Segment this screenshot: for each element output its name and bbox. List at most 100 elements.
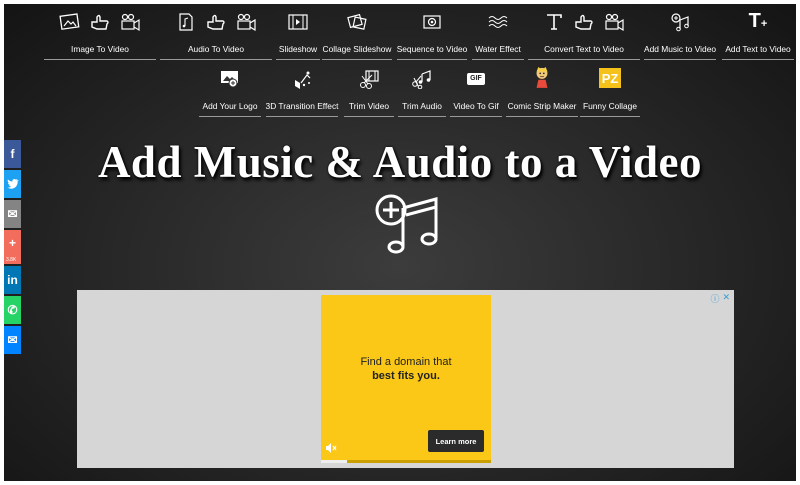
divider xyxy=(199,116,261,117)
audio-file-icon xyxy=(179,13,193,31)
nav-label: Comic Strip Maker xyxy=(507,101,577,111)
divider xyxy=(398,116,446,117)
nav-audio-to-video[interactable]: Audio To Video xyxy=(160,10,272,60)
water-waves-icon xyxy=(488,16,508,28)
divider xyxy=(450,116,502,117)
nav-add-your-logo[interactable]: Add Your Logo xyxy=(199,67,261,117)
collage-icon xyxy=(347,13,367,30)
trim-video-icon xyxy=(360,70,379,89)
nav-trim-video[interactable]: Trim Video xyxy=(344,67,394,117)
whatsapp-share-button[interactable]: ✆ xyxy=(4,296,21,324)
3d-transition-icon xyxy=(295,71,311,89)
plus-icon: + xyxy=(8,236,16,250)
divider xyxy=(44,59,156,60)
pz-icon-text: PZ xyxy=(601,70,619,86)
facebook-icon: f xyxy=(10,147,15,161)
nav-label: Audio To Video xyxy=(187,44,245,54)
nav-label: Water Effect xyxy=(475,44,521,54)
nav-video-to-gif[interactable]: GIF Video To Gif xyxy=(450,67,502,117)
music-add-icon xyxy=(375,194,438,254)
divider xyxy=(160,59,272,60)
music-note-add-icon xyxy=(671,13,689,32)
image-icon xyxy=(59,13,80,30)
divider xyxy=(397,59,467,60)
divider xyxy=(472,59,524,60)
nav-label: Image To Video xyxy=(71,44,129,54)
messenger-share-button[interactable]: ✉ xyxy=(4,326,21,354)
learn-more-button[interactable]: Learn more xyxy=(428,430,484,452)
share-count: 3.8K xyxy=(6,257,17,263)
linkedin-share-button[interactable]: in xyxy=(4,266,21,294)
nav-label: Trim Audio xyxy=(402,101,442,111)
linkedin-icon: in xyxy=(7,273,18,287)
nav-sequence-to-video[interactable]: Sequence to Video xyxy=(397,10,467,60)
divider xyxy=(722,59,794,60)
page-title: Add Music & Audio to a Video xyxy=(97,137,703,187)
social-share-bar: f ✉ + 3.8K in ✆ ✉ xyxy=(4,140,21,356)
pz-icon: PZ xyxy=(599,68,621,88)
email-icon: ✉ xyxy=(7,207,18,221)
trim-audio-icon xyxy=(412,70,431,89)
nav-add-text-to-video[interactable]: T+ Add Text to Video xyxy=(722,10,794,60)
divider xyxy=(506,116,578,117)
nav-label: Add Your Logo xyxy=(202,101,258,111)
divider xyxy=(344,116,394,117)
nav-label: Add Music to Video xyxy=(644,44,717,54)
ad-subheadline: best fits you. xyxy=(372,370,440,382)
logo-image-icon xyxy=(221,71,238,88)
mute-icon[interactable] xyxy=(325,443,337,453)
nav-label: Convert Text to Video xyxy=(544,44,624,54)
email-share-button[interactable]: ✉ xyxy=(4,200,21,228)
thumb-pointer-icon xyxy=(91,14,109,30)
nav-label: 3D Transition Effect xyxy=(265,101,339,111)
nav-label: Video To Gif xyxy=(453,101,499,111)
nav-label: Trim Video xyxy=(348,101,390,111)
nav-label: Slideshow xyxy=(278,44,318,54)
film-strip-icon xyxy=(288,14,308,30)
nav-label: Collage Slideshow xyxy=(322,44,392,54)
nav-3d-transition-effect[interactable]: 3D Transition Effect xyxy=(266,67,338,117)
gif-icon-text: GIF xyxy=(470,75,482,82)
ad-container: ⓘ ✕ Find a domain that best fits you. Le… xyxy=(77,290,734,468)
gif-icon: GIF xyxy=(467,73,485,85)
divider xyxy=(322,59,392,60)
page: Image To Video Audio To Video Slideshow … xyxy=(4,4,796,481)
nav-slideshow[interactable]: Slideshow xyxy=(276,10,320,60)
twitter-icon xyxy=(6,179,18,189)
messenger-icon: ✉ xyxy=(7,333,18,347)
divider xyxy=(644,59,716,60)
ad-info-icon[interactable]: ⓘ xyxy=(710,292,719,305)
video-camera-icon xyxy=(237,13,256,32)
ad-close-icon[interactable]: ✕ xyxy=(722,292,730,305)
facebook-share-button[interactable]: f xyxy=(4,140,21,168)
nav-funny-collage[interactable]: PZ Funny Collage xyxy=(580,65,640,117)
ad-progress-fill xyxy=(321,460,347,463)
nav-image-to-video[interactable]: Image To Video xyxy=(44,10,156,60)
divider xyxy=(266,116,338,117)
nav-water-effect[interactable]: Water Effect xyxy=(472,10,524,60)
video-camera-icon xyxy=(605,13,624,32)
comic-character-icon xyxy=(536,66,548,88)
nav-convert-text-to-video[interactable]: Convert Text to Video xyxy=(528,10,640,60)
nav-trim-audio[interactable]: Trim Audio xyxy=(398,67,446,117)
thumb-pointer-icon xyxy=(207,14,225,30)
nav-add-music-to-video[interactable]: Add Music to Video xyxy=(644,10,716,60)
divider xyxy=(276,59,320,60)
twitter-share-button[interactable] xyxy=(4,170,21,198)
thumb-pointer-icon xyxy=(575,14,593,30)
nav-collage-slideshow[interactable]: Collage Slideshow xyxy=(322,10,392,60)
ad-banner[interactable]: Find a domain that best fits you. Learn … xyxy=(321,295,491,463)
divider xyxy=(580,116,640,117)
ad-progress-bar xyxy=(321,460,491,463)
divider xyxy=(528,59,640,60)
text-plus-icon: T+ xyxy=(748,9,768,32)
text-icon xyxy=(547,14,562,30)
ad-headline: Find a domain that xyxy=(360,356,452,368)
nav-label: Add Text to Video xyxy=(725,44,791,54)
ad-choices[interactable]: ⓘ ✕ xyxy=(710,292,730,305)
nav-label: Sequence to Video xyxy=(396,44,468,54)
projector-icon xyxy=(423,15,441,29)
nav-comic-strip-maker[interactable]: Comic Strip Maker xyxy=(506,62,578,117)
whatsapp-icon: ✆ xyxy=(7,303,18,317)
more-share-button[interactable]: + 3.8K xyxy=(4,230,21,264)
